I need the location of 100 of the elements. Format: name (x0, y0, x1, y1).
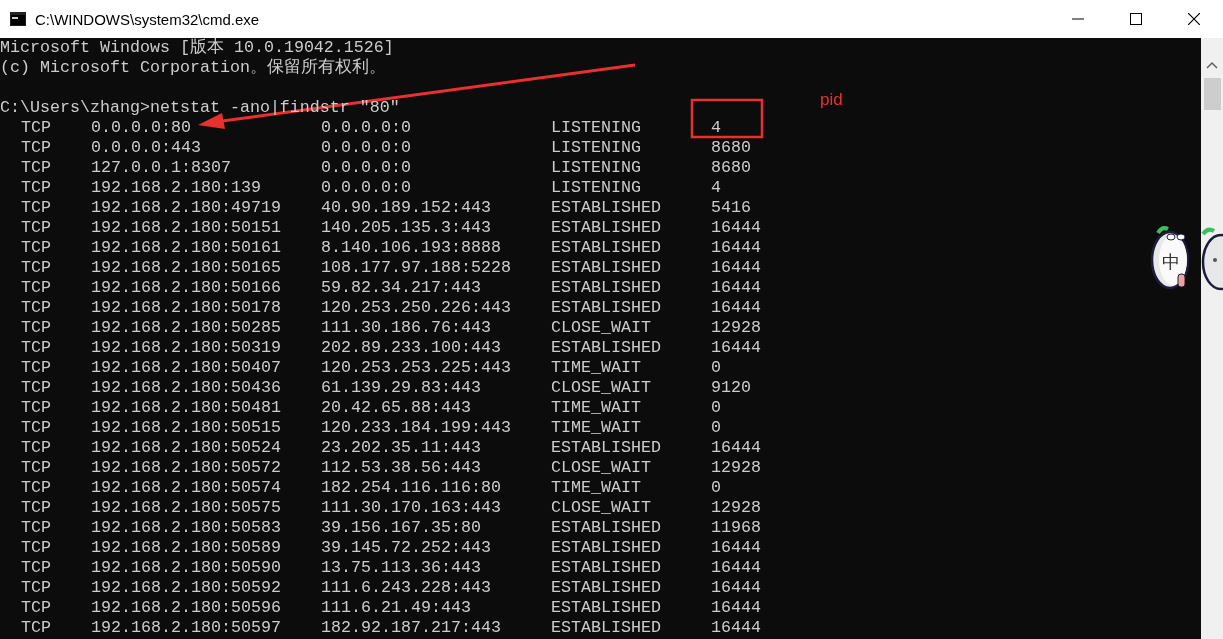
protocol-cell-text: TCP (21, 258, 52, 278)
foreign-address-cell-text: 39.145.72.252:443 (321, 538, 492, 558)
state-cell-text: TIME_WAIT (551, 358, 642, 378)
state-cell-text: ESTABLISHED (551, 278, 662, 298)
foreign-address-cell-text: 0.0.0.0:0 (321, 158, 412, 178)
foreign-address-cell-text: 120.253.250.226:443 (321, 298, 512, 318)
state-cell-text: CLOSE_WAIT (551, 378, 652, 398)
local-address-cell-text: 192.168.2.180:50481 (91, 398, 282, 418)
state-cell-text: ESTABLISHED (551, 218, 662, 238)
local-address-cell-text: 0.0.0.0:443 (91, 138, 202, 158)
scrollbar[interactable] (1201, 38, 1223, 639)
protocol-cell-text: TCP (21, 598, 52, 618)
local-address-cell-text: 192.168.2.180:50407 (91, 358, 282, 378)
state-cell-text: CLOSE_WAIT (551, 318, 652, 338)
state-cell-text: LISTENING (551, 158, 642, 178)
pid-cell: 12928 (711, 318, 761, 338)
protocol-cell-text: TCP (21, 138, 52, 158)
protocol-cell-text: TCP (21, 398, 52, 418)
local-address-cell-text: 192.168.2.180:50572 (91, 458, 282, 478)
foreign-address-cell-text: 13.75.113.36:443 (321, 558, 482, 578)
ime-mascot-icon[interactable] (1201, 227, 1223, 291)
protocol-cell-text: TCP (21, 618, 52, 638)
pid-cell: 16444 (711, 438, 761, 458)
foreign-address-cell-text: 61.139.29.83:443 (321, 378, 482, 398)
pid-cell: 16444 (711, 558, 761, 578)
protocol-cell-text: TCP (21, 518, 52, 538)
state-cell-text: TIME_WAIT (551, 418, 642, 438)
pid-cell: 16444 (711, 258, 761, 278)
pid-cell: 16444 (711, 218, 761, 238)
protocol-cell-text: TCP (21, 338, 52, 358)
pid-cell: 16444 (711, 278, 761, 298)
minimize-icon (1072, 18, 1084, 20)
pid-cell: 16444 (711, 538, 761, 558)
banner-line: (c) Microsoft Corporation。保留所有权利。 (0, 58, 386, 78)
foreign-address-cell-text: 0.0.0.0:0 (321, 138, 412, 158)
local-address-cell-text: 127.0.0.1:8307 (91, 158, 232, 178)
local-address-cell-text: 192.168.2.180:50165 (91, 258, 282, 278)
scroll-up-icon[interactable] (1206, 60, 1218, 70)
state-cell-text: ESTABLISHED (551, 258, 662, 278)
local-address-cell-text: 192.168.2.180:50596 (91, 598, 282, 618)
local-address-cell-text: 192.168.2.180:50524 (91, 438, 282, 458)
scroll-thumb[interactable] (1203, 78, 1221, 110)
local-address-cell-text: 0.0.0.0:80 (91, 118, 192, 138)
annotation-label: pid (820, 90, 843, 110)
local-address-cell-text: 192.168.2.180:50436 (91, 378, 282, 398)
local-address-cell-text: 192.168.2.180:50166 (91, 278, 282, 298)
foreign-address-cell-text: 182.254.116.116:80 (321, 478, 502, 498)
protocol-cell-text: TCP (21, 438, 52, 458)
foreign-address-cell-text: 111.30.170.163:443 (321, 498, 502, 518)
local-address-cell-text: 192.168.2.180:50515 (91, 418, 282, 438)
pid-cell: 0 (711, 398, 721, 418)
console-app-icon (10, 12, 26, 26)
pid-cell: 12928 (711, 458, 761, 478)
local-address-cell-text: 192.168.2.180:50597 (91, 618, 282, 638)
banner-line: Microsoft Windows [版本 10.0.19042.1526] (0, 38, 394, 58)
state-cell-text: ESTABLISHED (551, 578, 662, 598)
pid-cell: 8680 (711, 158, 751, 178)
state-cell-text: ESTABLISHED (551, 438, 662, 458)
foreign-address-cell-text: 8.140.106.193:8888 (321, 238, 502, 258)
state-cell-text: CLOSE_WAIT (551, 498, 652, 518)
foreign-address-cell-text: 23.202.35.11:443 (321, 438, 482, 458)
maximize-icon (1130, 13, 1142, 25)
protocol-cell-text: TCP (21, 238, 52, 258)
state-cell-text: ESTABLISHED (551, 298, 662, 318)
window-title: C:\WINDOWS\system32\cmd.exe (35, 10, 260, 28)
state-cell-text: ESTABLISHED (551, 238, 662, 258)
local-address-cell-text: 192.168.2.180:50161 (91, 238, 282, 258)
local-address-cell-text: 192.168.2.180:50592 (91, 578, 282, 598)
local-address-cell-text: 192.168.2.180:50151 (91, 218, 282, 238)
protocol-cell-text: TCP (21, 178, 52, 198)
foreign-address-cell-text: 111.6.21.49:443 (321, 598, 472, 618)
state-cell-text: ESTABLISHED (551, 518, 662, 538)
pid-cell: 16444 (711, 578, 761, 598)
pid-cell: 0 (711, 418, 721, 438)
protocol-cell-text: TCP (21, 298, 52, 318)
state-cell-text: ESTABLISHED (551, 598, 662, 618)
foreign-address-cell-text: 120.253.253.225:443 (321, 358, 512, 378)
pid-cell: 16444 (711, 618, 761, 638)
state-cell-text: ESTABLISHED (551, 338, 662, 358)
foreign-address-cell-text: 111.30.186.76:443 (321, 318, 492, 338)
protocol-cell-text: TCP (21, 278, 52, 298)
local-address-cell-text: 192.168.2.180:50285 (91, 318, 282, 338)
state-cell-text: ESTABLISHED (551, 618, 662, 638)
protocol-cell-text: TCP (21, 538, 52, 558)
local-address-cell-text: 192.168.2.180:50590 (91, 558, 282, 578)
protocol-cell-text: TCP (21, 578, 52, 598)
pid-cell: 11968 (711, 518, 761, 538)
foreign-address-cell-text: 120.233.184.199:443 (321, 418, 512, 438)
state-cell-text: ESTABLISHED (551, 538, 662, 558)
local-address-cell-text: 192.168.2.180:49719 (91, 198, 282, 218)
local-address-cell-text: 192.168.2.180:50575 (91, 498, 282, 518)
state-cell-text: LISTENING (551, 118, 642, 138)
state-cell-text: LISTENING (551, 138, 642, 158)
pid-cell: 0 (711, 478, 721, 498)
protocol-cell-text: TCP (21, 358, 52, 378)
foreign-address-cell-text: 0.0.0.0:0 (321, 118, 412, 138)
foreign-address-cell-text: 112.53.38.56:443 (321, 458, 482, 478)
foreign-address-cell-text: 39.156.167.35:80 (321, 518, 482, 538)
foreign-address-cell-text: 202.89.233.100:443 (321, 338, 502, 358)
foreign-address-cell-text: 40.90.189.152:443 (321, 198, 492, 218)
